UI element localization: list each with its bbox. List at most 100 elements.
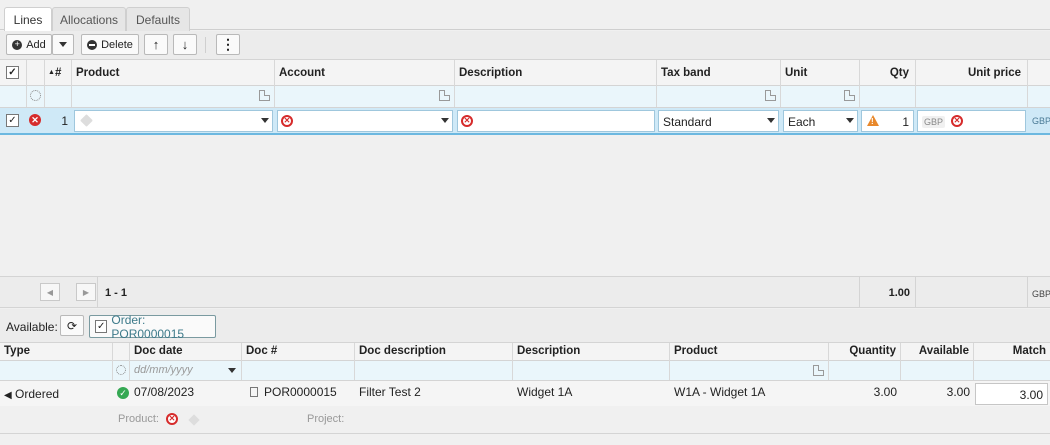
filter-available[interactable] [901, 361, 974, 380]
product-input[interactable] [74, 110, 273, 132]
match-input[interactable]: 3.00 [975, 383, 1048, 405]
speaker-icon: ◀ [4, 390, 12, 401]
move-down-button[interactable]: ↓ [173, 34, 197, 55]
previous-page-button[interactable]: ◀ [40, 283, 60, 301]
clear-filter-icon[interactable] [116, 365, 126, 375]
tab-lines[interactable]: Lines [4, 7, 52, 31]
popup-icon[interactable] [259, 90, 270, 101]
filter-description[interactable] [513, 361, 670, 380]
footer-divider [1027, 277, 1028, 308]
column-header-match[interactable]: Match [974, 343, 1050, 361]
chevron-down-icon[interactable] [441, 118, 449, 123]
filter-doc-number[interactable] [242, 361, 355, 380]
caret-down-icon[interactable] [228, 368, 236, 373]
column-header-doc-date[interactable]: Doc date [130, 343, 242, 361]
type-value: Ordered [15, 387, 60, 401]
filter-description[interactable] [455, 86, 657, 107]
filter-qty[interactable] [860, 86, 916, 107]
quantity-value: 3.00 [873, 385, 897, 399]
unit-price-input[interactable]: GBP ✕ [917, 110, 1026, 132]
refresh-icon: ⟳ [66, 318, 78, 333]
filter-product[interactable] [670, 361, 829, 380]
chevron-down-icon[interactable] [261, 118, 269, 123]
next-page-button[interactable]: ▶ [76, 283, 96, 301]
account-input[interactable]: ✕ [277, 110, 453, 132]
product-cube-icon [188, 414, 200, 426]
chevron-down-icon[interactable] [846, 118, 854, 123]
type-cell: ◀ Ordered [0, 381, 113, 406]
tab-bar: Lines Allocations Defaults [0, 0, 1050, 31]
column-header-product[interactable]: Product [72, 60, 275, 86]
filter-type[interactable] [0, 361, 113, 380]
column-header-doc-number[interactable]: Doc # [242, 343, 355, 361]
doc-number-cell[interactable]: POR0000015 [242, 381, 355, 406]
footer-divider [97, 277, 98, 308]
error-icon: ✕ [281, 115, 293, 127]
column-header-unit-price[interactable]: Unit price [916, 60, 1028, 86]
column-header-unit[interactable]: Unit [781, 60, 860, 86]
product-value: W1A - Widget 1A [674, 385, 766, 399]
currency-badge: GBP [922, 116, 946, 128]
lines-filter-row [0, 86, 1050, 108]
add-dropdown-button[interactable] [52, 34, 74, 55]
triangle-left-icon: ◀ [46, 287, 54, 297]
row-select-cell: ✓ [6, 108, 24, 134]
table-row[interactable]: ◀ Ordered ✓ 07/08/2023 POR0000015 Filter… [0, 381, 1050, 406]
filter-doc-date[interactable]: dd/mm/yyyy [130, 361, 242, 380]
triangle-right-icon: ▶ [82, 287, 90, 297]
filter-cell-line-number[interactable] [45, 86, 72, 107]
column-header-description[interactable]: Description [513, 343, 670, 361]
move-up-button[interactable]: ↑ [144, 34, 168, 55]
lines-grid-footer: ◀ ▶ 1 - 1 1.00 GBP [0, 276, 1050, 308]
popup-icon[interactable] [765, 90, 776, 101]
order-filter-label: Order: POR0000015 [111, 312, 185, 341]
filter-product[interactable] [72, 86, 275, 107]
column-header-product[interactable]: Product [670, 343, 829, 361]
filter-unit-price[interactable] [916, 86, 1028, 107]
clear-filter-icon[interactable] [30, 90, 41, 101]
filter-quantity[interactable] [829, 361, 901, 380]
filter-account[interactable] [275, 86, 455, 107]
description-input[interactable]: ✕ [457, 110, 655, 132]
column-header-account[interactable]: Account [275, 60, 455, 86]
column-header-doc-description[interactable]: Doc description [355, 343, 513, 361]
grid-empty-area [0, 135, 1050, 276]
add-button[interactable]: + Add [6, 34, 52, 55]
delete-button[interactable]: Delete [81, 34, 139, 55]
filter-tax-band[interactable] [657, 86, 781, 107]
toolbar-separator [205, 37, 206, 53]
row-status-cell: ✕ [29, 108, 43, 134]
column-header-description[interactable]: Description [455, 60, 657, 86]
chevron-down-icon[interactable] [767, 118, 775, 123]
filter-doc-description[interactable] [355, 361, 513, 380]
filter-unit[interactable] [781, 86, 860, 107]
column-header-tax-band[interactable]: Tax band [657, 60, 781, 86]
column-header-type[interactable]: Type [0, 343, 113, 361]
select-all-checkbox[interactable]: ✓ [6, 66, 19, 79]
column-header-line-number[interactable]: ▲# [45, 60, 72, 86]
column-header-quantity[interactable]: Quantity [829, 343, 901, 361]
column-header-available[interactable]: Available [901, 343, 974, 361]
order-filter-checkbox[interactable]: ✓ [95, 320, 108, 333]
unit-select[interactable]: Each [783, 110, 858, 132]
popup-icon[interactable] [439, 90, 450, 101]
lines-grid-header: ✓ ▲# Product Account Description Tax ban… [0, 59, 1050, 86]
tax-band-select[interactable]: Standard [658, 110, 779, 132]
column-header-qty[interactable]: Qty [860, 60, 916, 86]
popup-icon[interactable] [844, 90, 855, 101]
more-options-button[interactable]: ⋮ [216, 34, 240, 55]
row-select-checkbox[interactable]: ✓ [6, 114, 19, 127]
qty-input[interactable]: ! 1 [861, 110, 914, 132]
order-filter-toggle[interactable]: ✓ Order: POR0000015 [89, 312, 216, 341]
available-filter-row: dd/mm/yyyy [0, 361, 1050, 381]
popup-icon[interactable] [813, 365, 824, 376]
lines-toolbar: + Add Delete ↑ ↓ ⋮ [0, 31, 1050, 59]
tab-allocations[interactable]: Allocations [52, 7, 126, 31]
table-row[interactable]: ✓ ✕ 1 ✕ ✕ Standard Each ! 1 GBP ✕ GBP [0, 108, 1050, 135]
description-value: Widget 1A [517, 385, 573, 399]
date-placeholder: dd/mm/yyyy [134, 364, 193, 376]
available-label: Available: [6, 320, 58, 334]
refresh-button[interactable]: ⟳ [60, 315, 84, 336]
available-value: 3.00 [946, 385, 970, 399]
tab-defaults[interactable]: Defaults [126, 7, 190, 31]
